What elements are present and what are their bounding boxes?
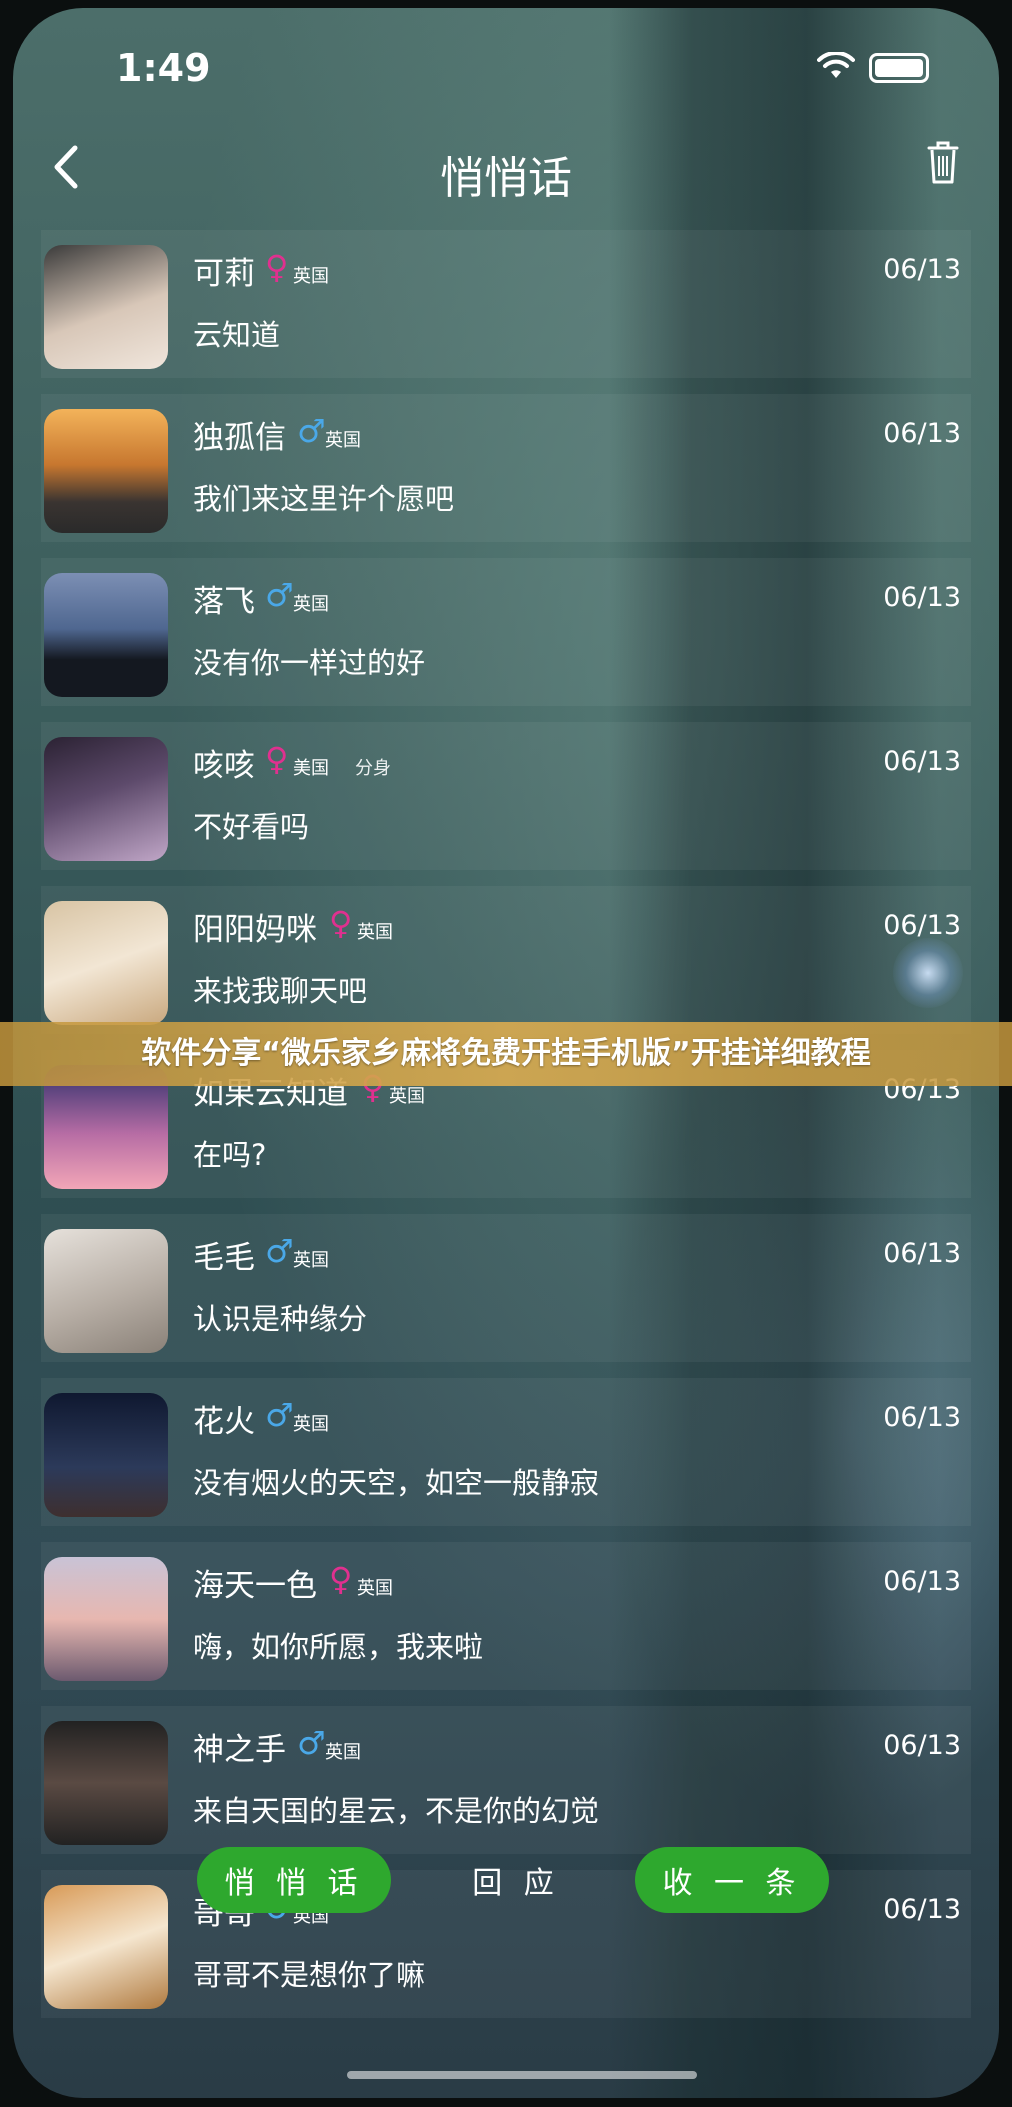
country-label: 英国 <box>293 1414 329 1435</box>
battery-icon <box>869 53 929 83</box>
message-date: 06/13 <box>883 746 961 777</box>
country-label: 英国 <box>293 266 329 287</box>
sender-name: 毛毛 <box>193 1240 255 1276</box>
male-icon: ♂ <box>297 1724 326 1762</box>
sender-name: 可莉 <box>193 256 255 292</box>
male-icon: ♂ <box>297 412 326 450</box>
message-preview: 不好看吗 <box>193 810 310 844</box>
avatar[interactable] <box>44 1557 168 1681</box>
message-date: 06/13 <box>883 1238 961 1269</box>
message-row-background <box>41 1542 971 1690</box>
status-time: 1:49 <box>116 46 211 90</box>
avatar[interactable] <box>44 1721 168 1845</box>
message-preview: 云知道 <box>193 318 281 352</box>
message-preview: 来找我聊天吧 <box>193 974 368 1008</box>
message-row-background <box>41 1378 971 1526</box>
message-row-background <box>41 1706 971 1854</box>
avatar[interactable] <box>44 1393 168 1517</box>
message-date: 06/13 <box>883 418 961 449</box>
sender-name: 阳阳妈咪 <box>193 912 317 948</box>
country-label: 英国 <box>357 922 393 943</box>
message-row-background <box>41 558 971 706</box>
male-icon: ♂ <box>265 1232 294 1270</box>
avatar[interactable] <box>44 737 168 861</box>
message-row[interactable]: 独孤信 ♂ 英国 06/13 我们来这里许个愿吧 <box>13 394 999 558</box>
overlay-banner: 软件分享“微乐家乡麻将免费开挂手机版”开挂详细教程 <box>0 1022 1012 1086</box>
sender-name: 海天一色 <box>193 1568 317 1604</box>
message-row-background <box>41 230 971 378</box>
home-indicator[interactable] <box>347 2071 697 2079</box>
message-preview: 认识是种缘分 <box>193 1302 368 1336</box>
avatar[interactable] <box>44 1229 168 1353</box>
female-icon: ♀ <box>329 1560 353 1598</box>
reply-button[interactable]: 回 应 <box>421 1847 611 1913</box>
message-date: 06/13 <box>883 1730 961 1761</box>
message-row-background <box>41 886 971 1034</box>
female-icon: ♀ <box>329 904 353 942</box>
sender-name: 落飞 <box>193 584 255 620</box>
message-preview: 我们来这里许个愿吧 <box>193 482 455 516</box>
male-icon: ♂ <box>265 576 294 614</box>
message-row[interactable]: 毛毛 ♂ 英国 06/13 认识是种缘分 <box>13 1214 999 1378</box>
message-row-background <box>41 394 971 542</box>
female-icon: ♀ <box>265 248 289 286</box>
message-row[interactable]: 花火 ♂ 英国 06/13 没有烟火的天空，如空一般静寂 <box>13 1378 999 1542</box>
message-row-background <box>41 722 971 870</box>
avatar[interactable] <box>44 245 168 369</box>
bottom-action-bar: 悄 悄 话 回 应 收 一 条 <box>13 1847 999 1917</box>
country-label: 英国 <box>293 594 329 615</box>
message-preview: 嗨，如你所愿，我来啦 <box>193 1630 484 1664</box>
message-date: 06/13 <box>883 1402 961 1433</box>
country-label: 英国 <box>293 1250 329 1271</box>
sender-name: 神之手 <box>193 1732 286 1768</box>
message-date: 06/13 <box>883 254 961 285</box>
sender-name: 咳咳 <box>193 748 255 784</box>
message-preview: 哥哥不是想你了嘛 <box>193 1958 426 1992</box>
country-label: 英国 <box>325 1742 361 1763</box>
message-preview: 没有烟火的天空，如空一般静寂 <box>193 1466 600 1500</box>
status-icons <box>817 50 929 84</box>
avatar[interactable] <box>44 409 168 533</box>
whisper-button[interactable]: 悄 悄 话 <box>197 1847 391 1913</box>
country-label: 美国 <box>293 758 329 779</box>
message-preview: 在吗? <box>193 1138 267 1172</box>
navigation-bar: 悄悄话 <box>13 128 999 208</box>
female-icon: ♀ <box>265 740 289 778</box>
wifi-icon <box>817 50 855 84</box>
message-row[interactable]: 神之手 ♂ 英国 06/13 来自天国的星云，不是你的幻觉 <box>13 1706 999 1870</box>
trash-icon[interactable] <box>925 138 961 192</box>
country-label: 英国 <box>357 1578 393 1599</box>
country-label: 英国 <box>325 430 361 451</box>
sender-name: 花火 <box>193 1404 255 1440</box>
message-row-background <box>41 1214 971 1362</box>
avatar[interactable] <box>44 901 168 1025</box>
message-row[interactable]: 咳咳 ♀ 美国 分身 06/13 不好看吗 <box>13 722 999 886</box>
collect-one-button[interactable]: 收 一 条 <box>635 1847 829 1913</box>
page-title: 悄悄话 <box>440 153 572 204</box>
message-date: 06/13 <box>883 582 961 613</box>
male-icon: ♂ <box>265 1396 294 1434</box>
message-row[interactable]: 海天一色 ♀ 英国 06/13 嗨，如你所愿，我来啦 <box>13 1542 999 1706</box>
message-row[interactable]: 可莉 ♀ 英国 06/13 云知道 <box>13 230 999 394</box>
message-date: 06/13 <box>883 910 961 941</box>
sender-name: 独孤信 <box>193 420 286 456</box>
message-row[interactable]: 落飞 ♂ 英国 06/13 没有你一样过的好 <box>13 558 999 722</box>
alias-tag: 分身 <box>355 758 391 779</box>
message-date: 06/13 <box>883 1566 961 1597</box>
message-preview: 没有你一样过的好 <box>193 646 426 680</box>
avatar[interactable] <box>44 573 168 697</box>
message-preview: 来自天国的星云，不是你的幻觉 <box>193 1794 600 1828</box>
